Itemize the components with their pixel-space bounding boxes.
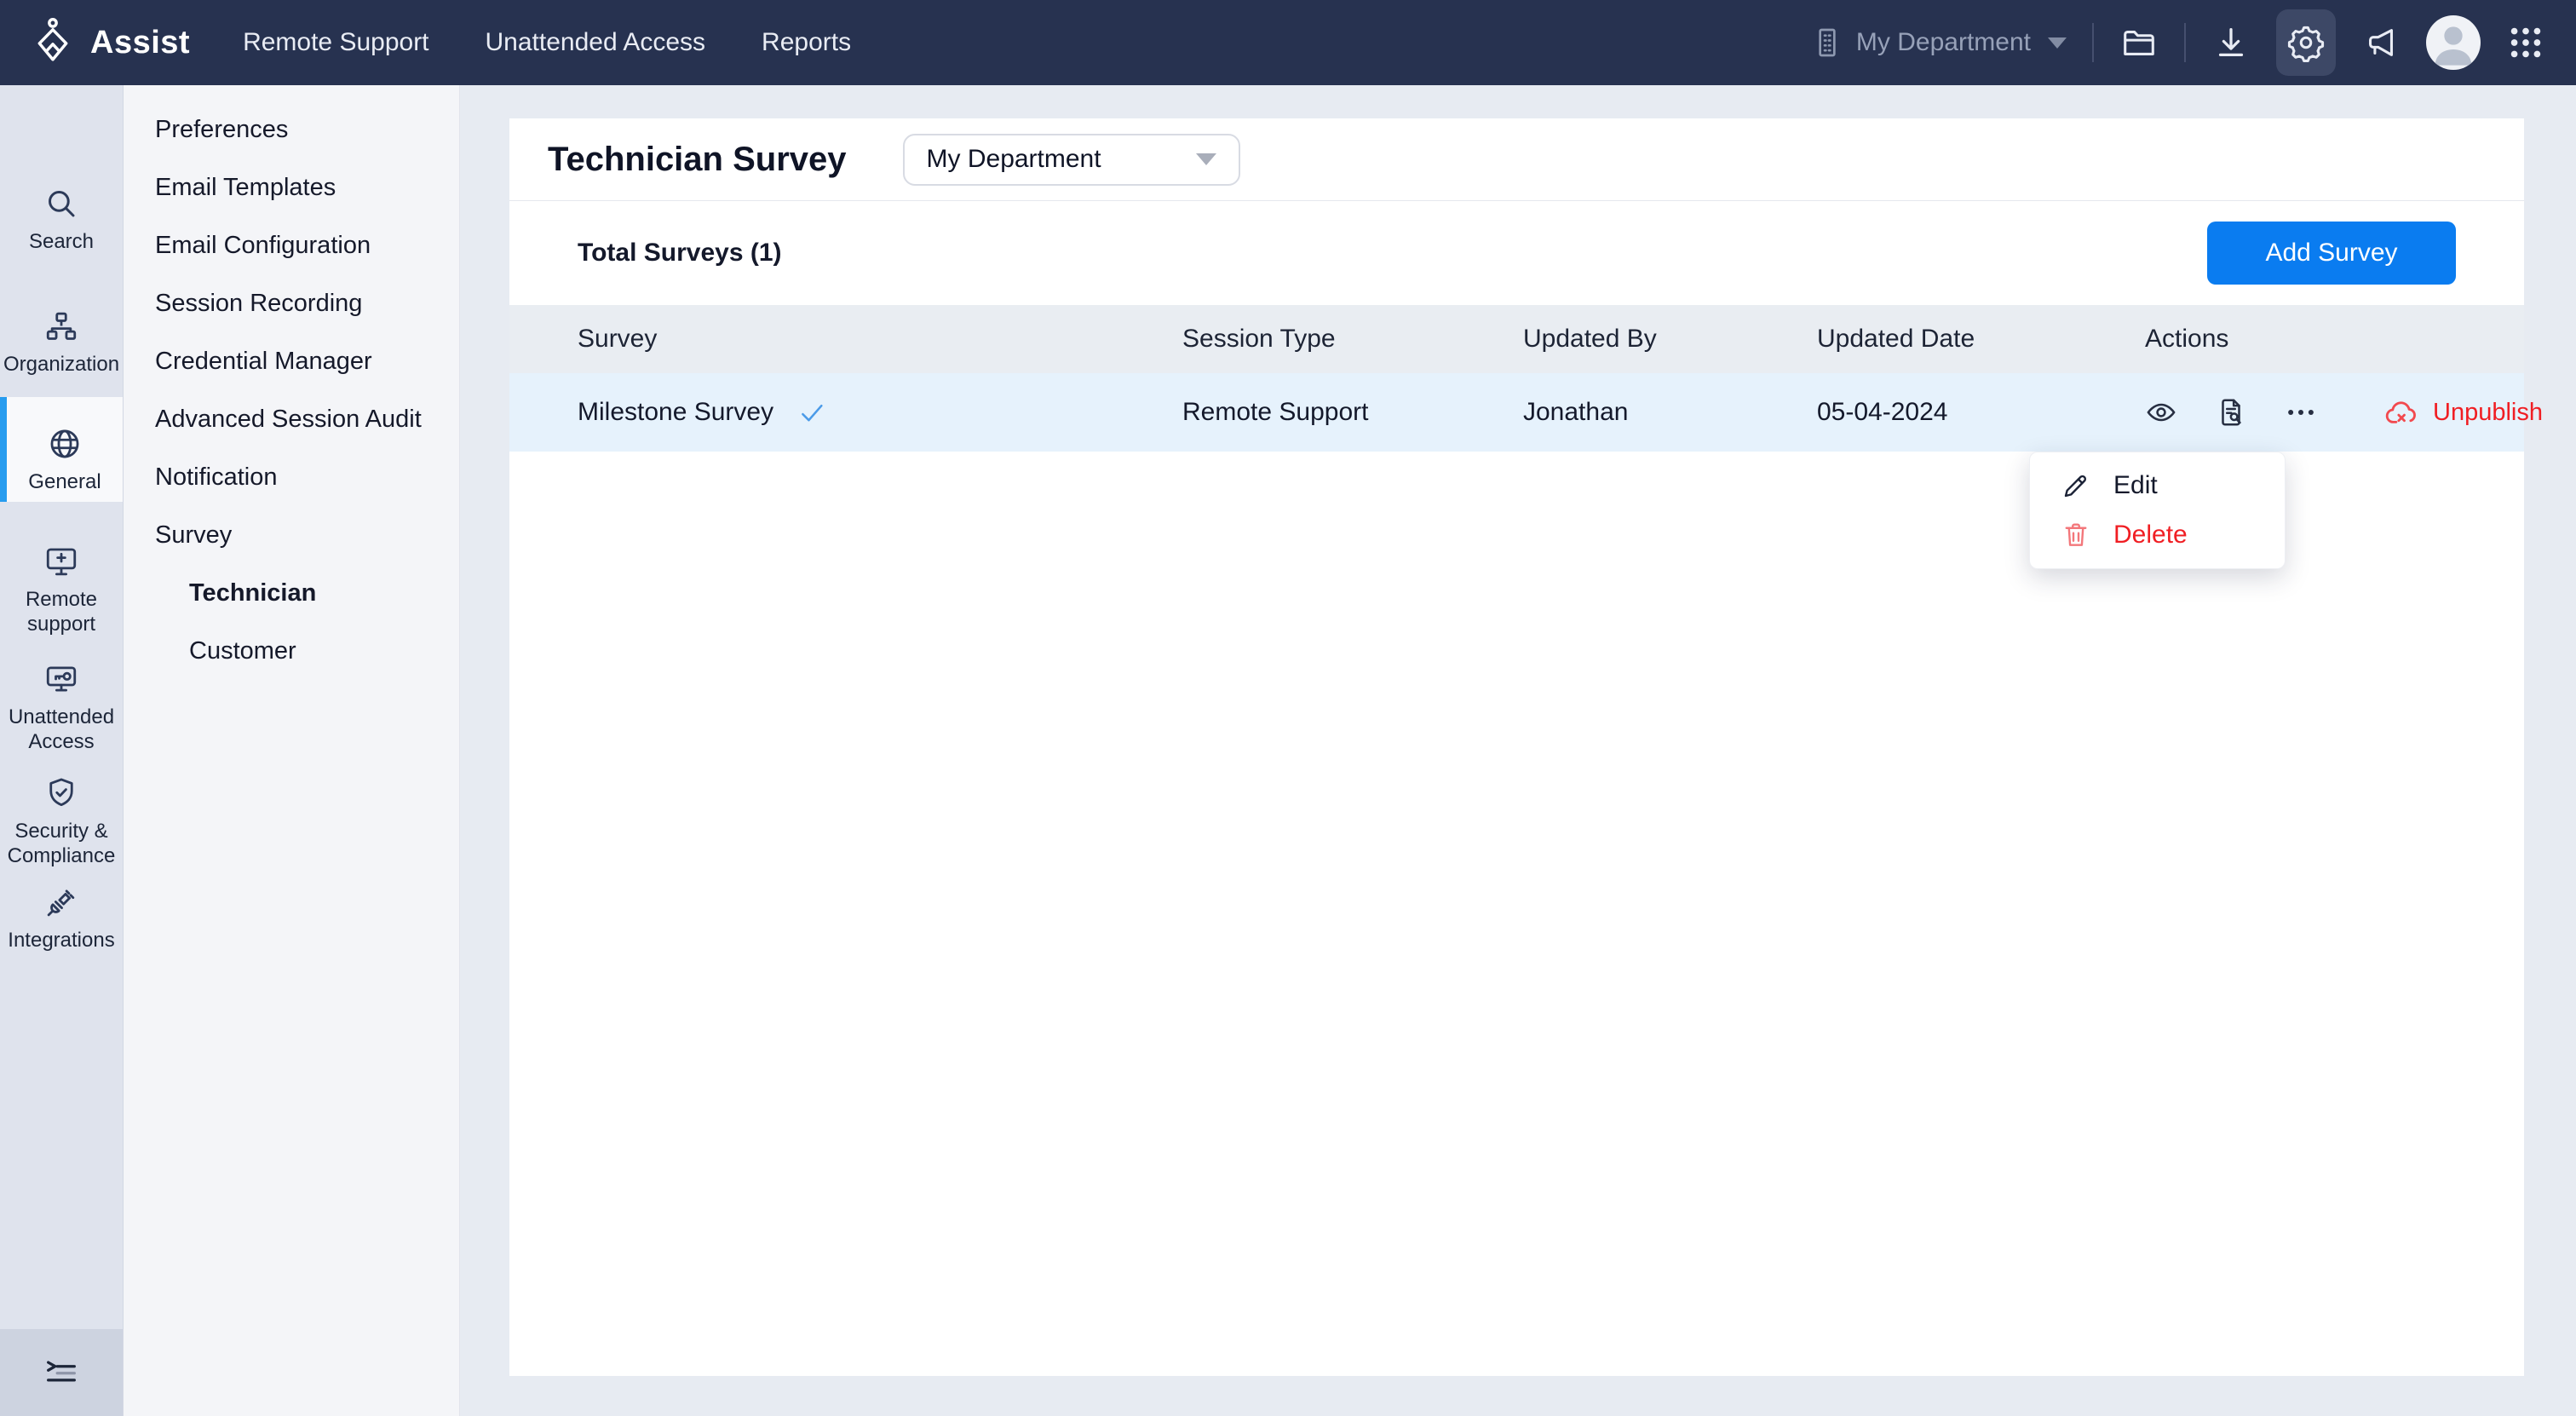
column-header-actions: Actions: [2145, 325, 2229, 353]
left-rail: Search Organization General Remote suppo…: [0, 85, 124, 1416]
rail-item-organization[interactable]: Organization: [0, 308, 123, 377]
menu-item-session-recording[interactable]: Session Recording: [124, 274, 459, 332]
building-icon: [1819, 28, 1836, 57]
collapse-menu-button[interactable]: [0, 1329, 123, 1416]
menu-item-notification[interactable]: Notification: [124, 448, 459, 506]
session-type-cell: Remote Support: [1182, 398, 1369, 426]
unpublish-label: Unpublish: [2433, 398, 2543, 426]
context-menu-delete[interactable]: Delete: [2030, 510, 2285, 560]
settings-gear-icon: [2287, 26, 2325, 62]
report-document-icon[interactable]: [2215, 396, 2247, 429]
menu-item-email-templates[interactable]: Email Templates: [124, 158, 459, 216]
settings-menu-panel: Preferences Email Templates Email Config…: [124, 85, 460, 1416]
row-context-menu: Edit Delete: [2029, 452, 2286, 569]
check-icon: [797, 398, 826, 427]
app-title: Assist: [90, 24, 191, 60]
nav-reports[interactable]: Reports: [762, 28, 851, 57]
monitor-plus-icon: [46, 548, 77, 576]
org-chart-icon: [46, 312, 77, 340]
column-header-updated-date: Updated Date: [1817, 325, 1975, 353]
technician-survey-card: Technician Survey My Department Total Su…: [509, 118, 2543, 1376]
department-filter-value: My Department: [926, 145, 1101, 173]
top-navigation: Remote Support Unattended Access Reports: [243, 28, 851, 57]
nav-unattended-access[interactable]: Unattended Access: [486, 28, 706, 57]
cloud-unpublish-icon: [2385, 401, 2416, 423]
chevron-down-icon: [2048, 37, 2067, 49]
plug-icon: [47, 889, 75, 917]
menu-item-email-configuration[interactable]: Email Configuration: [124, 216, 459, 274]
avatar[interactable]: [2426, 15, 2481, 70]
table-header-row: Survey Session Type Updated By Updated D…: [509, 305, 2524, 373]
assist-logo-icon: [37, 18, 68, 61]
department-value: My Department: [1855, 28, 2031, 56]
view-eye-icon[interactable]: [2145, 396, 2177, 429]
add-survey-button[interactable]: Add Survey: [2207, 222, 2456, 285]
settings-gear-button[interactable]: [2276, 9, 2336, 76]
actions-cell: Unpublish: [2145, 394, 2543, 430]
globe-icon: [50, 429, 79, 458]
monitor-key-icon: [46, 666, 77, 692]
rail-item-general[interactable]: General: [0, 397, 123, 502]
column-header-survey: Survey: [578, 325, 658, 353]
chevron-down-icon: [1195, 153, 1216, 165]
menu-item-preferences[interactable]: Preferences: [124, 101, 459, 158]
context-menu-edit[interactable]: Edit: [2030, 461, 2285, 510]
announcement-icon[interactable]: [2361, 23, 2401, 62]
search-icon: [49, 191, 75, 217]
pencil-icon: [2064, 475, 2086, 498]
nav-remote-support[interactable]: Remote Support: [243, 28, 428, 57]
apps-grid-icon[interactable]: [2506, 23, 2545, 62]
menu-item-survey[interactable]: Survey: [124, 506, 459, 564]
page-title: Technician Survey: [548, 140, 847, 178]
table-toolbar: Total Surveys (1) Add Survey: [509, 201, 2524, 305]
topbar-right-controls: My Department: [1810, 9, 2545, 76]
column-header-session-type: Session Type: [1182, 325, 1336, 353]
topbar: Assist Remote Support Unattended Access …: [0, 0, 2576, 85]
department-selector[interactable]: My Department: [1810, 26, 2067, 60]
unpublish-button[interactable]: Unpublish: [2383, 394, 2543, 430]
more-ellipsis-icon[interactable]: [2285, 396, 2317, 429]
rail-item-remote-support[interactable]: Remote support: [0, 544, 123, 637]
updated-by-cell: Jonathan: [1523, 398, 1629, 426]
department-filter-dropdown[interactable]: My Department: [902, 133, 1240, 186]
menu-item-advanced-session-audit[interactable]: Advanced Session Audit: [124, 390, 459, 448]
table-row[interactable]: Milestone Survey Remote Support Jonathan…: [509, 373, 2543, 452]
rail-item-integrations[interactable]: Integrations: [0, 884, 123, 953]
trash-icon: [2065, 523, 2087, 546]
survey-name-cell: Milestone Survey: [578, 398, 1182, 427]
total-surveys-label: Total Surveys (1): [578, 239, 782, 267]
user-silhouette-icon: [2435, 26, 2472, 66]
survey-name: Milestone Survey: [578, 398, 774, 426]
rail-item-unattended-access[interactable]: Unattended Access: [0, 661, 123, 755]
divider: [2092, 23, 2094, 62]
menu-item-survey-customer[interactable]: Customer: [124, 622, 459, 680]
rail-item-search[interactable]: Search: [0, 186, 123, 255]
collapse-menu-icon: [47, 1361, 76, 1382]
main-content: Technician Survey My Department Total Su…: [460, 85, 2576, 1416]
menu-item-credential-manager[interactable]: Credential Manager: [124, 332, 459, 390]
updated-date-cell: 05-04-2024: [1817, 398, 1948, 426]
rail-item-security-compliance[interactable]: Security & Compliance: [0, 775, 123, 869]
card-header: Technician Survey My Department: [509, 118, 2524, 201]
column-header-updated-by: Updated By: [1523, 325, 1657, 353]
folder-icon[interactable]: [2119, 23, 2159, 62]
divider: [2184, 23, 2186, 62]
download-icon[interactable]: [2211, 23, 2251, 62]
shield-check-icon: [49, 778, 73, 807]
menu-item-survey-technician[interactable]: Technician: [124, 564, 459, 622]
